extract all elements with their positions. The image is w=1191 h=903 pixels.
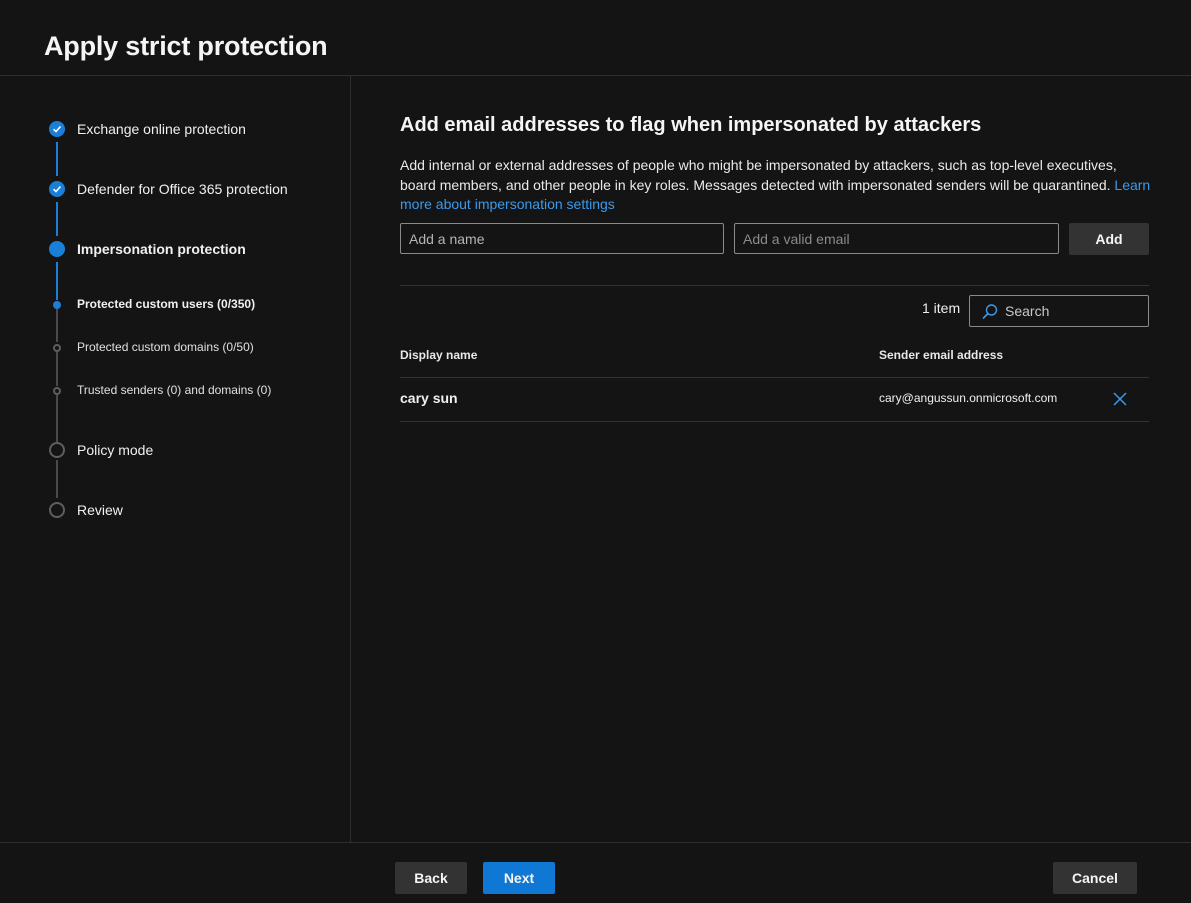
pending-step-indicator: [49, 502, 65, 518]
step-label: Exchange online protection: [77, 121, 246, 137]
email-cell: cary@angussun.onmicrosoft.com: [879, 391, 1058, 405]
substep-label: Trusted senders (0) and domains (0): [77, 383, 272, 397]
footer: Back Next Cancel: [0, 842, 1191, 903]
description-text: Add internal or external addresses of pe…: [400, 157, 1117, 193]
step-label: Policy mode: [77, 442, 154, 458]
search-input[interactable]: [1005, 296, 1145, 326]
checkmark-icon: [49, 181, 65, 197]
column-header-display-name[interactable]: Display name: [400, 348, 477, 362]
step-review[interactable]: Review: [0, 495, 350, 525]
wizard-steps-sidebar: Exchange online protection Defender for …: [0, 76, 351, 842]
substep-label: Protected custom users (0/350): [77, 297, 256, 311]
step-impersonation-protection[interactable]: Impersonation protection: [0, 234, 350, 264]
step-connector: [56, 460, 58, 498]
substep-protected-custom-users[interactable]: Protected custom users (0/350): [0, 290, 350, 320]
step-exchange-online-protection[interactable]: Exchange online protection: [0, 114, 350, 144]
section-description: Add internal or external addresses of pe…: [400, 156, 1152, 215]
add-button[interactable]: Add: [1069, 223, 1149, 255]
main-content: Add email addresses to flag when imperso…: [352, 76, 1191, 842]
step-connector: [56, 142, 58, 176]
step-defender-protection[interactable]: Defender for Office 365 protection: [0, 174, 350, 204]
next-button[interactable]: Next: [483, 862, 555, 894]
display-name-cell: cary sun: [400, 390, 458, 406]
substep-protected-custom-domains[interactable]: Protected custom domains (0/50): [0, 333, 350, 363]
back-button[interactable]: Back: [395, 862, 467, 894]
substep-trusted-senders-domains[interactable]: Trusted senders (0) and domains (0): [0, 376, 350, 406]
cancel-button[interactable]: Cancel: [1053, 862, 1137, 894]
pending-step-indicator: [49, 442, 65, 458]
section-title: Add email addresses to flag when imperso…: [400, 114, 982, 136]
step-label: Impersonation protection: [77, 241, 246, 257]
close-icon[interactable]: [1112, 391, 1128, 407]
table-header-divider: [400, 377, 1149, 378]
page-title: Apply strict protection: [44, 31, 328, 61]
pending-substep-indicator: [53, 344, 61, 352]
search-icon: [981, 303, 999, 326]
header: Apply strict protection: [0, 0, 1191, 76]
step-policy-mode[interactable]: Policy mode: [0, 435, 350, 465]
search-box[interactable]: [969, 295, 1149, 327]
current-substep-indicator: [53, 301, 61, 309]
checkmark-icon: [49, 121, 65, 137]
step-label: Defender for Office 365 protection: [77, 181, 288, 197]
current-step-indicator: [49, 241, 65, 257]
item-count: 1 item: [922, 300, 961, 316]
substep-label: Protected custom domains (0/50): [77, 340, 254, 354]
name-input[interactable]: [400, 223, 724, 254]
column-header-sender-email[interactable]: Sender email address: [879, 348, 1003, 362]
email-input[interactable]: [734, 223, 1059, 254]
table-row-divider: [400, 421, 1149, 422]
pending-substep-indicator: [53, 387, 61, 395]
divider: [400, 285, 1149, 286]
step-connector: [56, 202, 58, 236]
step-label: Review: [77, 502, 123, 518]
